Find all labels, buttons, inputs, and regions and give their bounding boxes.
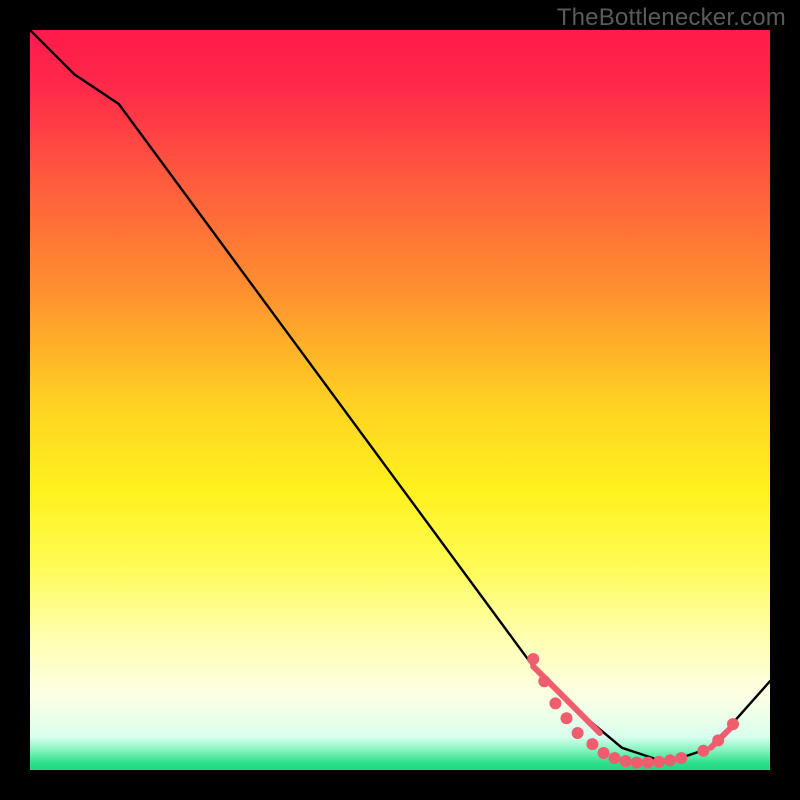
watermark-text: TheBottlenecker.com — [557, 4, 786, 32]
data-marker — [712, 734, 724, 746]
data-marker — [675, 752, 687, 764]
data-marker — [653, 756, 665, 768]
data-marker — [538, 675, 550, 687]
chart-frame: TheBottlenecker.com — [0, 0, 800, 800]
data-marker — [664, 754, 676, 766]
data-marker — [620, 755, 632, 767]
data-marker — [642, 757, 654, 769]
data-marker — [527, 653, 539, 665]
data-marker — [727, 718, 739, 730]
data-marker — [598, 747, 610, 759]
gradient-background — [30, 30, 770, 770]
data-marker — [586, 738, 598, 750]
data-marker — [697, 745, 709, 757]
data-marker — [549, 697, 561, 709]
data-marker — [631, 757, 643, 769]
chart-svg — [30, 30, 770, 770]
data-marker — [561, 712, 573, 724]
data-marker — [572, 727, 584, 739]
chart-plot — [30, 30, 770, 770]
data-marker — [609, 752, 621, 764]
